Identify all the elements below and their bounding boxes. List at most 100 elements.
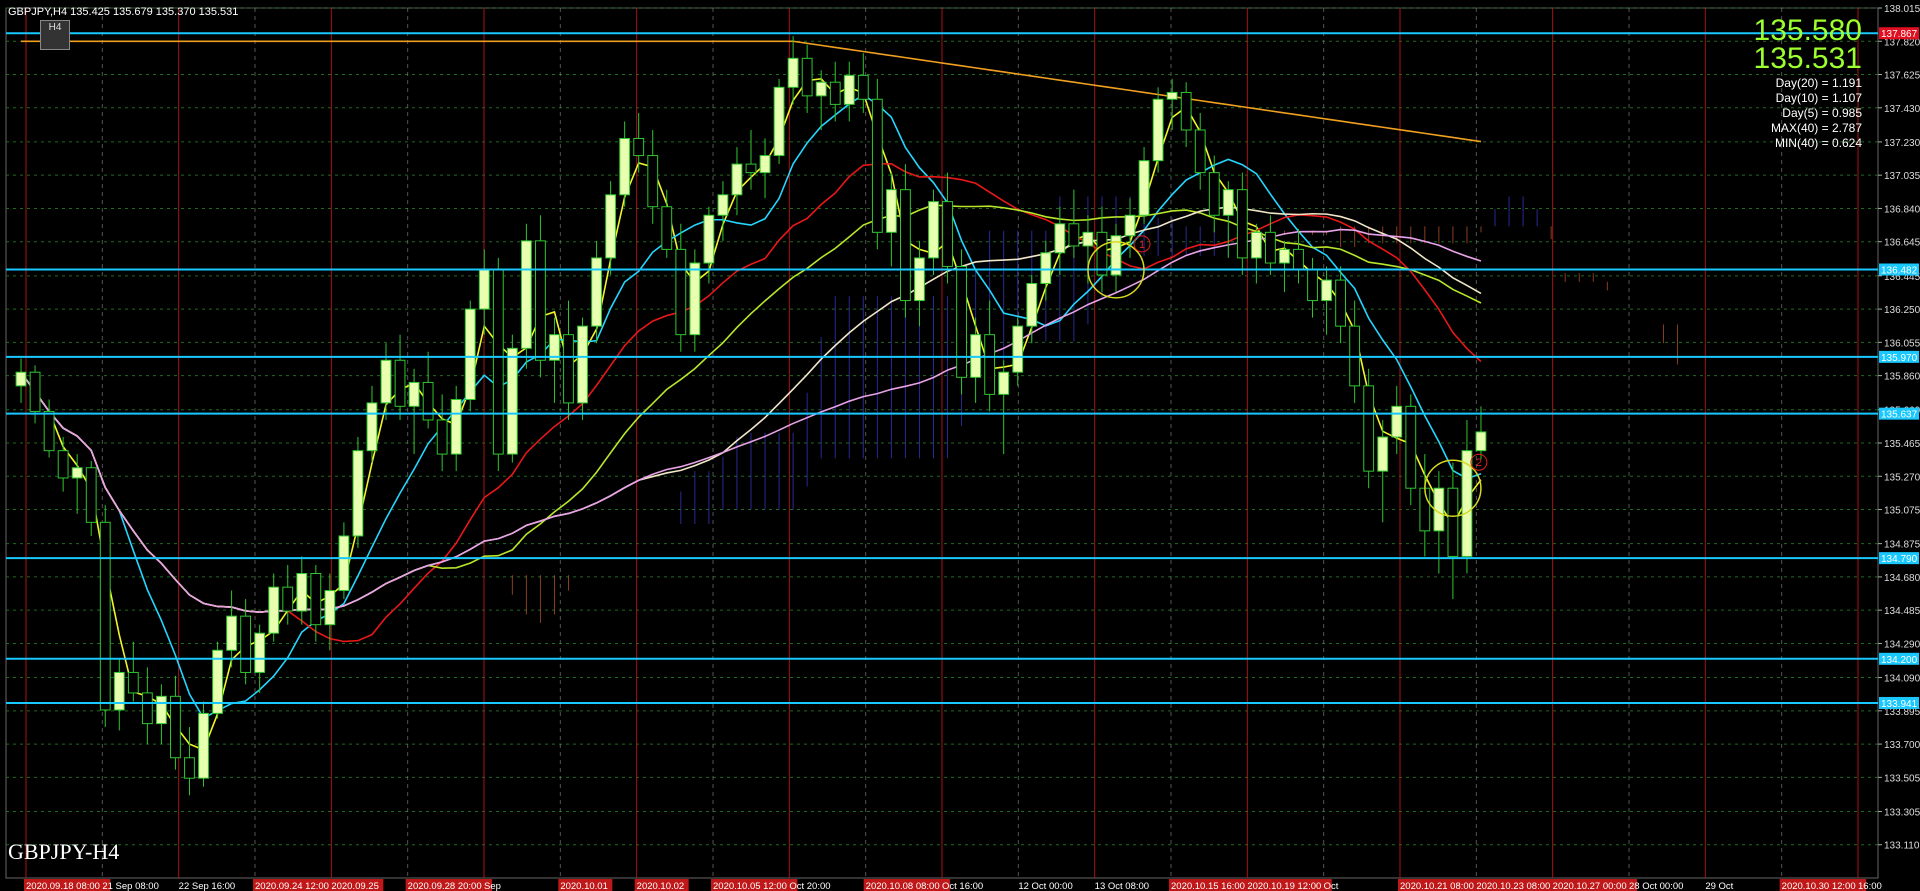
level-label: 135.970 (1881, 353, 1918, 364)
candle-body (1377, 436, 1389, 472)
candle-body (184, 757, 195, 779)
candle-body (1405, 405, 1417, 489)
candle-body (787, 57, 799, 88)
stat-day20: Day(20) = 1.191 (1775, 76, 1862, 90)
level-label: 135.637 (1881, 410, 1918, 421)
candle-body (1026, 283, 1038, 327)
x-tick-label: 29 Oct (1705, 881, 1733, 891)
y-tick-label: 135.860 (1884, 372, 1920, 383)
stat-max40: MAX(40) = 2.787 (1770, 121, 1862, 135)
candle-body (1138, 160, 1150, 216)
y-tick-label: 135.075 (1884, 506, 1920, 517)
y-tick-label: 133.110 (1884, 841, 1920, 852)
y-tick-label: 138.015 (1884, 4, 1920, 15)
level-label: 133.941 (1881, 699, 1918, 710)
y-tick-label: 136.840 (1884, 204, 1920, 215)
x-tick-label: 13 Oct 08:00 (1095, 881, 1149, 891)
level-label: 134.790 (1881, 554, 1918, 565)
candle-body (1124, 214, 1136, 237)
x-tick-label: Oct 20:00 (789, 881, 830, 891)
x-tick-label: 2020.10.01 (560, 881, 608, 891)
candle-body (619, 138, 631, 196)
candle-body (1194, 129, 1206, 174)
price-chart[interactable]: 138.015137.820137.625137.430137.230137.0… (0, 0, 1920, 891)
candle-body (408, 381, 420, 407)
candle-body (1363, 385, 1375, 472)
candle-body (1082, 231, 1094, 247)
candle-body (871, 98, 883, 233)
candle-body (352, 450, 364, 537)
candle-body (885, 189, 897, 233)
x-tick-label: 12 Oct 00:00 (1018, 881, 1072, 891)
candle-body (338, 535, 350, 592)
candle-body (942, 201, 953, 267)
y-tick-label: 136.250 (1884, 305, 1920, 316)
level-label: 137.867 (1881, 29, 1918, 40)
candle-body (1264, 231, 1276, 264)
y-tick-label: 133.700 (1884, 740, 1920, 751)
symbol-label: GBPJPY-H4 (8, 839, 120, 864)
x-tick-label: 2020.10.05 12:00 (713, 881, 787, 891)
y-tick-label: 134.090 (1884, 674, 1920, 685)
candle-body (43, 410, 55, 452)
candle-body (394, 359, 406, 407)
candle-body (1335, 279, 1347, 327)
candle-body (113, 671, 125, 711)
candle-body (703, 214, 715, 264)
candle-body (310, 573, 322, 626)
candle-body (759, 155, 771, 174)
y-tick-label: 134.875 (1884, 540, 1920, 551)
y-tick-label: 134.680 (1884, 573, 1920, 584)
candle-body (1152, 98, 1164, 162)
candle-body (689, 262, 701, 336)
candle-body (1012, 325, 1024, 373)
candle-body (1419, 487, 1431, 532)
ma-orange-line (21, 40, 1482, 143)
candle-body (1279, 248, 1290, 264)
candle-body (464, 308, 476, 400)
candle-body (99, 521, 111, 711)
candle-body (85, 467, 97, 523)
timeframe-button[interactable]: H4 (40, 20, 70, 50)
x-tick-label: 2020.10.27 00:00 (1553, 881, 1627, 891)
x-tick-label: 2020.10.02 (637, 881, 685, 891)
candle-body (1236, 189, 1248, 259)
level-label: 136.482 (1881, 266, 1918, 277)
x-tick-label: 2020.09.24 12:00 (255, 881, 329, 891)
candle-body (647, 155, 659, 208)
x-tick-label: 2020.10.08 08:00 (866, 881, 940, 891)
candle-body (815, 81, 827, 97)
candle-body (57, 450, 69, 479)
x-tick-label: 2020.10.23 08:00 (1476, 881, 1550, 891)
y-tick-label: 137.230 (1884, 138, 1920, 149)
y-tick-label: 133.505 (1884, 773, 1920, 784)
candle-body (1293, 248, 1304, 271)
x-tick-label: 2020.10.19 12:00 (1247, 881, 1321, 891)
y-tick-label: 137.430 (1884, 104, 1920, 115)
x-tick-label: 2020.09.25 (331, 881, 379, 891)
candle-body (436, 419, 448, 455)
x-tick-label: 2020.10.30 12:00 (1782, 881, 1856, 891)
candle-body (914, 257, 925, 302)
x-tick-label: 21 Sep 08:00 (102, 881, 159, 891)
candle-body (717, 194, 729, 216)
candle-body (366, 402, 378, 452)
candle-body (605, 194, 617, 259)
candle-body (254, 632, 266, 673)
annotation-label: 2 (1476, 457, 1482, 469)
y-tick-label: 134.290 (1884, 639, 1920, 650)
x-tick-label: 2020.10.21 08:00 (1400, 881, 1474, 891)
stat-day5: Day(5) = 0.985 (1782, 106, 1862, 120)
candle-body (268, 586, 280, 634)
candle-body (745, 163, 757, 174)
x-tick-label: 2020.09.18 08:00 (26, 881, 100, 891)
candle-body (29, 371, 41, 412)
y-tick-label: 137.625 (1884, 71, 1920, 82)
candle-body (324, 590, 336, 626)
candle-body (478, 269, 490, 310)
candle-body (71, 467, 83, 479)
y-tick-label: 136.055 (1884, 338, 1920, 349)
candle-body (141, 692, 153, 725)
x-tick-label: 2020.09.28 20:00 (408, 881, 482, 891)
x-tick-label: Oct (1324, 881, 1339, 891)
